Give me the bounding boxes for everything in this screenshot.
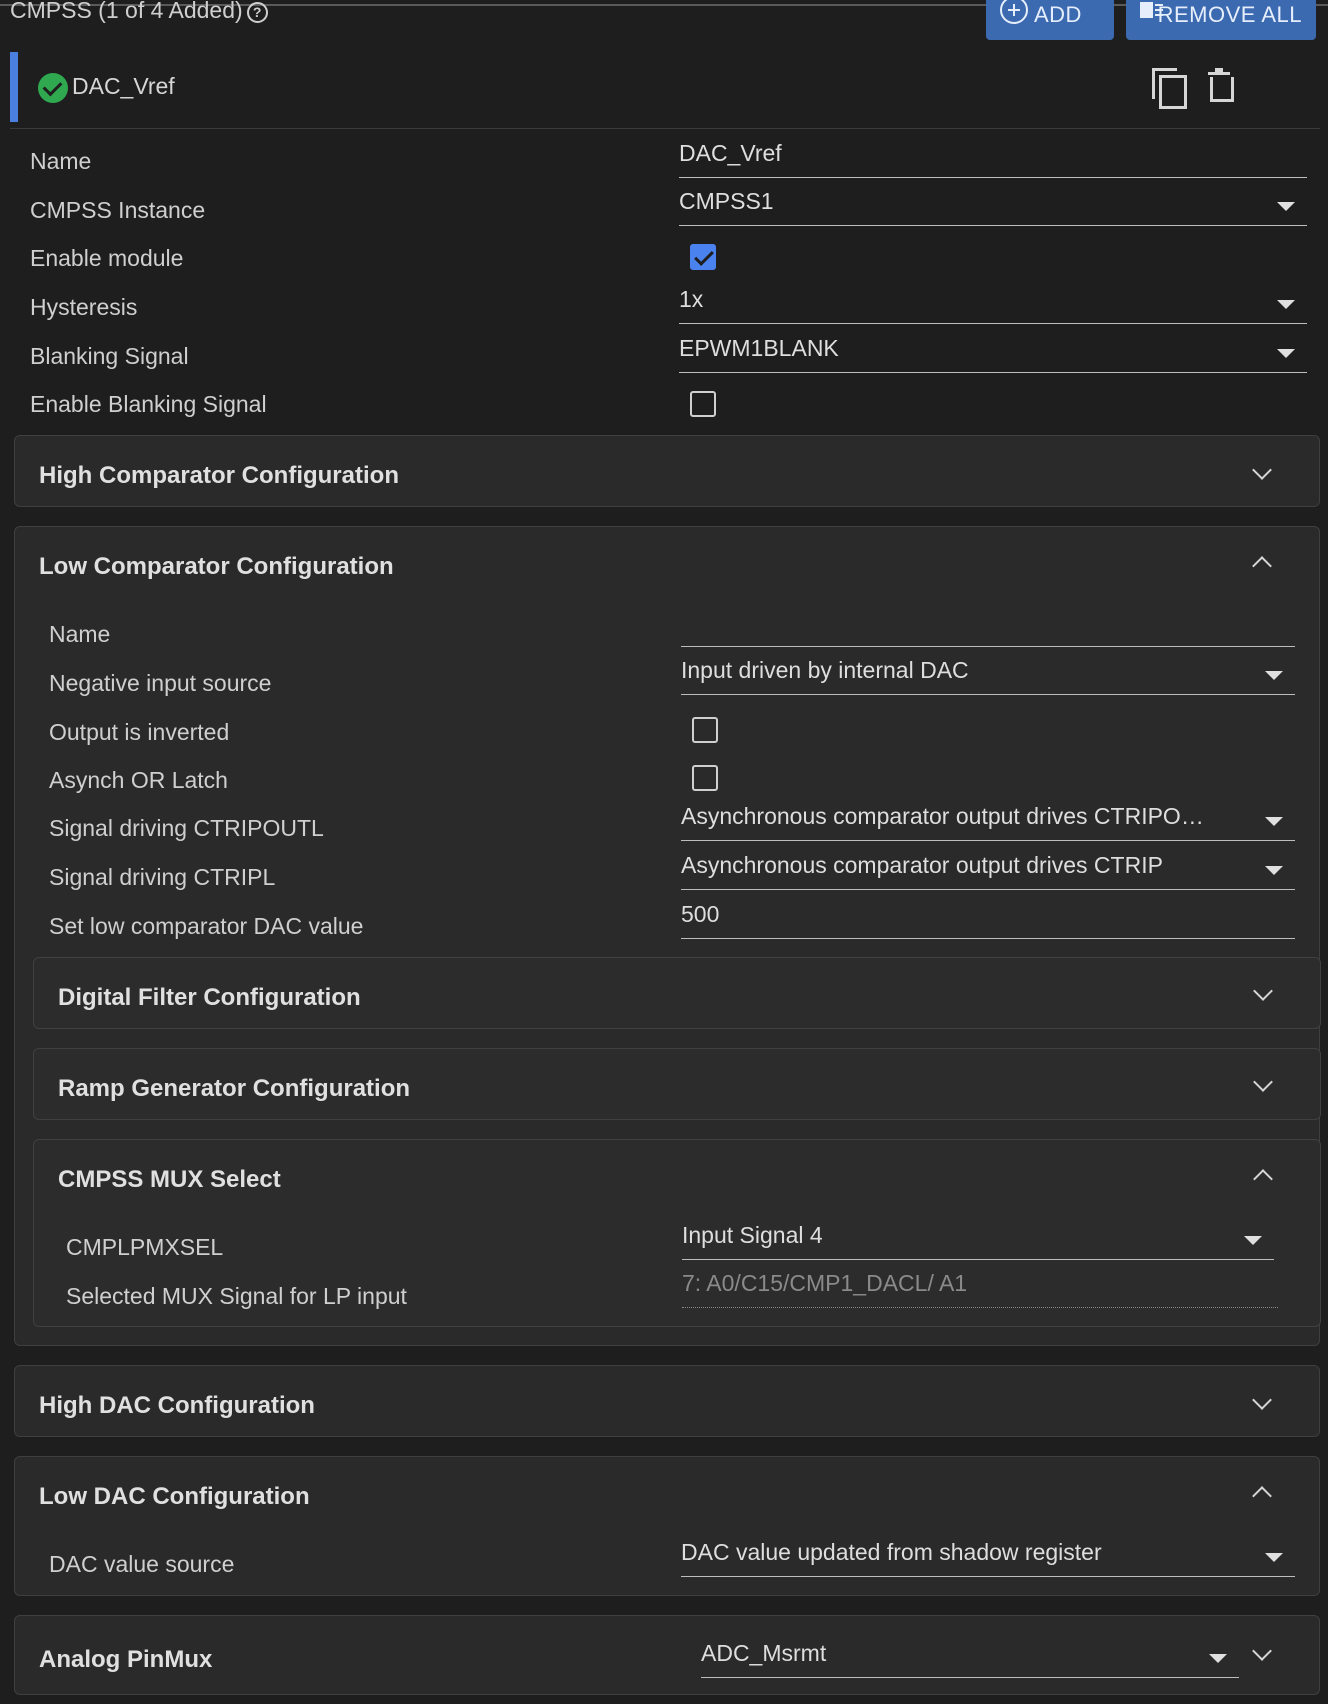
- chevron-down-icon: [1244, 1236, 1262, 1245]
- high-comparator-panel[interactable]: High Comparator Configuration: [14, 435, 1320, 507]
- chevron-down-icon[interactable]: [1253, 981, 1273, 1001]
- ctripoutl-select[interactable]: Asynchronous comparator output drives CT…: [681, 797, 1295, 841]
- low-dac-panel: Low DAC Configuration DAC value source D…: [14, 1456, 1320, 1596]
- chevron-down-icon: [1277, 300, 1295, 309]
- chevron-down-icon: [1277, 349, 1295, 358]
- asynch-or-latch-checkbox[interactable]: [692, 765, 718, 791]
- enable-module-checkbox[interactable]: [690, 244, 716, 270]
- panel-title: High DAC Configuration: [39, 1392, 315, 1419]
- lp-mux-signal-label: Selected MUX Signal for LP input: [66, 1283, 407, 1309]
- analog-pinmux-select[interactable]: ADC_Msrmt: [701, 1634, 1239, 1678]
- output-inverted-label: Output is inverted: [49, 719, 230, 745]
- selection-indicator: [10, 52, 18, 122]
- chevron-up-icon[interactable]: [1253, 1169, 1273, 1189]
- dac-value-source-label: DAC value source: [49, 1551, 235, 1577]
- instance-name: DAC_Vref: [72, 73, 175, 99]
- chevron-up-icon[interactable]: [1252, 1486, 1272, 1506]
- cmpss-instance-select[interactable]: CMPSS1: [679, 182, 1307, 226]
- ramp-generator-panel[interactable]: Ramp Generator Configuration: [33, 1048, 1321, 1120]
- dac-value-source-select[interactable]: DAC value updated from shadow register: [681, 1533, 1295, 1577]
- chevron-down-icon: [1265, 817, 1283, 826]
- low-comparator-panel: Low Comparator Configuration Name Negati…: [14, 526, 1321, 1346]
- chevron-down-icon[interactable]: [1253, 1072, 1273, 1092]
- analog-pinmux-panel[interactable]: Analog PinMux ADC_Msrmt: [14, 1615, 1320, 1695]
- remove-all-button[interactable]: REMOVE ALL: [1126, 0, 1316, 40]
- instance-divider: [10, 128, 1320, 129]
- panel-title: Low Comparator Configuration: [39, 553, 394, 580]
- enable-blanking-checkbox[interactable]: [690, 391, 716, 417]
- ctripl-label: Signal driving CTRIPL: [49, 864, 276, 890]
- asynch-or-latch-label: Asynch OR Latch: [49, 767, 228, 793]
- chevron-down-icon[interactable]: [1252, 1390, 1272, 1410]
- chevron-down-icon: [1265, 671, 1283, 680]
- remove-all-icon: [1140, 0, 1163, 20]
- enable-blanking-label: Enable Blanking Signal: [30, 391, 267, 417]
- trash-icon[interactable]: [1206, 68, 1234, 104]
- panel-title: High Comparator Configuration: [39, 462, 399, 489]
- blanking-signal-label: Blanking Signal: [30, 343, 189, 369]
- cmpss-mux-panel: CMPSS MUX Select CMPLPMXSEL Input Signal…: [33, 1139, 1321, 1327]
- low-name-label: Name: [49, 621, 111, 647]
- name-label: Name: [30, 148, 92, 174]
- add-button[interactable]: ADD: [986, 0, 1114, 40]
- panel-title: Analog PinMux: [39, 1646, 213, 1673]
- negative-input-select[interactable]: Input driven by internal DAC: [681, 651, 1295, 695]
- instance-row[interactable]: DAC_Vref: [10, 52, 1320, 124]
- help-icon[interactable]: ?: [246, 2, 268, 23]
- low-dac-value-input[interactable]: 500: [681, 895, 1295, 939]
- blanking-signal-select[interactable]: EPWM1BLANK: [679, 329, 1307, 373]
- module-header: CMPSS (1 of 4 Added)? ADD REMOVE ALL: [0, 0, 1328, 40]
- chevron-down-icon[interactable]: [1252, 460, 1272, 480]
- lp-mux-signal-readonly: 7: A0/C15/CMP1_DACL/ A1: [682, 1264, 1278, 1308]
- negative-input-label: Negative input source: [49, 670, 272, 696]
- hysteresis-select[interactable]: 1x: [679, 280, 1307, 324]
- chevron-down-icon: [1209, 1654, 1227, 1663]
- copy-icon[interactable]: [1152, 68, 1187, 109]
- high-dac-panel[interactable]: High DAC Configuration: [14, 1365, 1320, 1437]
- ctripl-select[interactable]: Asynchronous comparator output drives CT…: [681, 846, 1295, 890]
- low-name-input[interactable]: [681, 603, 1295, 647]
- digital-filter-panel[interactable]: Digital Filter Configuration: [33, 957, 1321, 1029]
- output-inverted-checkbox[interactable]: [692, 717, 718, 743]
- chevron-down-icon: [1265, 1553, 1283, 1562]
- valid-check-icon: [38, 73, 68, 103]
- panel-title: CMPSS MUX Select: [58, 1166, 281, 1193]
- cmplpmxsel-select[interactable]: Input Signal 4: [682, 1216, 1274, 1260]
- enable-module-label: Enable module: [30, 245, 184, 271]
- panel-title: Digital Filter Configuration: [58, 984, 361, 1011]
- cmpss-instance-label: CMPSS Instance: [30, 197, 206, 223]
- add-circle-icon: [1000, 0, 1028, 24]
- panel-title: Low DAC Configuration: [39, 1483, 310, 1510]
- cmplpmxsel-label: CMPLPMXSEL: [66, 1234, 224, 1260]
- module-title: CMPSS (1 of 4 Added)?: [10, 0, 268, 24]
- chevron-up-icon[interactable]: [1252, 556, 1272, 576]
- chevron-down-icon: [1277, 202, 1295, 211]
- chevron-down-icon[interactable]: [1252, 1641, 1272, 1661]
- ctripoutl-label: Signal driving CTRIPOUTL: [49, 815, 324, 841]
- low-dac-value-label: Set low comparator DAC value: [49, 913, 364, 939]
- panel-title: Ramp Generator Configuration: [58, 1075, 411, 1102]
- name-input[interactable]: DAC_Vref: [679, 134, 1307, 178]
- hysteresis-label: Hysteresis: [30, 294, 138, 320]
- chevron-down-icon: [1265, 866, 1283, 875]
